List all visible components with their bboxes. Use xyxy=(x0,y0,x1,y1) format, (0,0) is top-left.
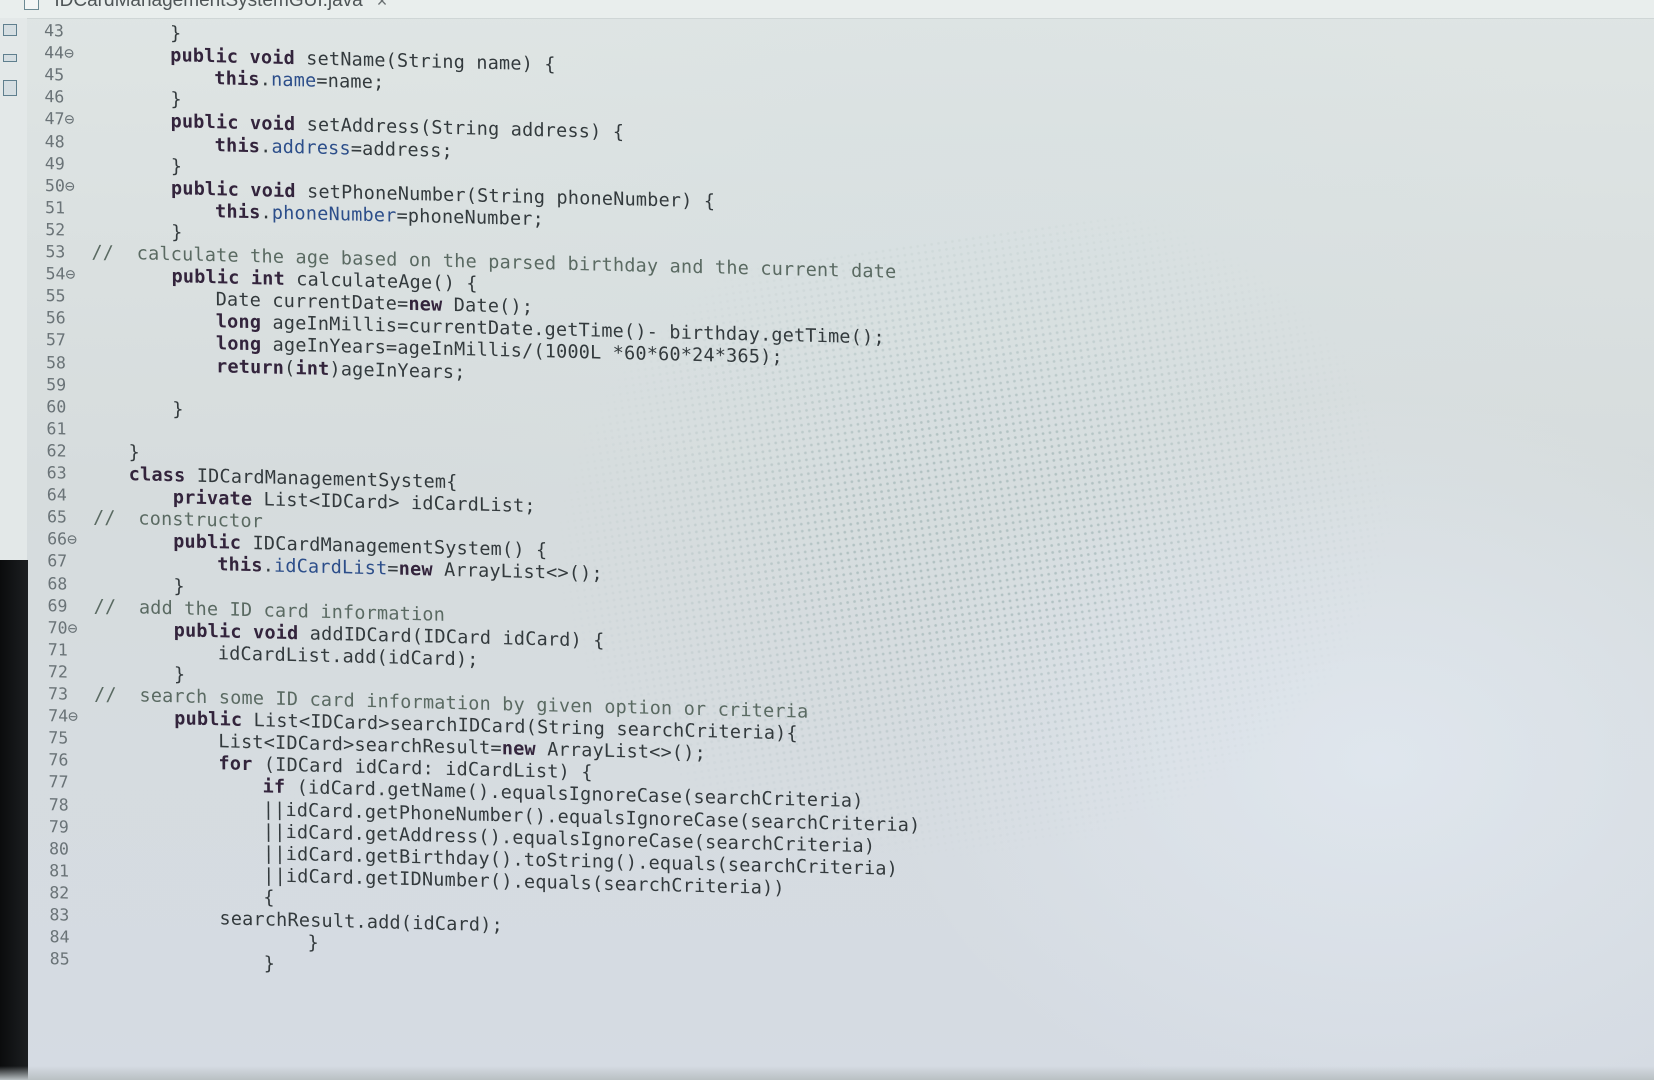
ide-screen: *IDCardManagementSystemGUI.java × 43} 44⊖… xyxy=(0,0,1654,1080)
line-number: 56 xyxy=(45,308,66,328)
code-text[interactable]: return(int)ageInYears; xyxy=(216,356,466,384)
code-text[interactable]: } xyxy=(264,954,275,976)
editor-tab-bar: *IDCardManagementSystemGUI.java × xyxy=(0,0,1654,19)
bookmark-icon[interactable] xyxy=(3,80,17,96)
code-text[interactable]: } xyxy=(129,442,140,464)
code-text[interactable]: } xyxy=(308,933,319,955)
line-number: 82 xyxy=(49,883,70,903)
line-number: 55 xyxy=(45,286,66,306)
line-number: 75 xyxy=(48,728,69,748)
line-number: 51 xyxy=(45,197,66,218)
code-text[interactable]: // constructor xyxy=(93,507,263,533)
close-icon[interactable]: × xyxy=(377,0,388,12)
tab-title: *IDCardManagementSystemGUI.java xyxy=(47,0,363,11)
line-number: 73 xyxy=(48,684,69,704)
code-text[interactable]: { xyxy=(263,887,274,909)
line-number: 58 xyxy=(46,352,67,373)
line-number: 70⊖ xyxy=(47,617,78,638)
line-number: 77 xyxy=(48,772,69,793)
line-number: 65 xyxy=(46,507,67,527)
line-number: 69 xyxy=(47,595,68,616)
line-number: 72 xyxy=(47,661,68,682)
line-number: 84 xyxy=(49,927,70,947)
line-number: 71 xyxy=(47,639,68,660)
code-text[interactable]: } xyxy=(170,23,181,45)
code-text[interactable]: } xyxy=(171,222,182,244)
line-number: 45 xyxy=(44,65,65,85)
line-number: 47⊖ xyxy=(44,109,75,130)
line-number: 68 xyxy=(47,573,68,594)
line-number: 67 xyxy=(47,551,68,571)
line-number: 81 xyxy=(49,860,70,881)
line-number: 53 xyxy=(45,242,66,262)
code-text[interactable]: } xyxy=(173,576,184,598)
line-number: 48 xyxy=(44,131,65,152)
code-text[interactable]: searchResult.add(idCard); xyxy=(219,908,503,937)
editor-tab[interactable]: *IDCardManagementSystemGUI.java × xyxy=(24,0,387,14)
line-number: 74⊖ xyxy=(48,706,79,726)
line-number: 52 xyxy=(45,219,66,240)
code-text[interactable]: this.name=name; xyxy=(214,68,384,94)
line-number: 83 xyxy=(49,905,70,925)
line-number: 57 xyxy=(45,330,66,350)
line-number: 76 xyxy=(48,750,69,770)
code-editor[interactable]: 43} 44⊖ public void setName(String name) {… xyxy=(44,20,1450,1080)
line-number: 54⊖ xyxy=(45,264,76,284)
code-text[interactable]: } xyxy=(170,89,181,111)
line-number: 63 xyxy=(46,463,67,483)
code-text[interactable]: this.address=address; xyxy=(215,135,453,163)
line-number: 85 xyxy=(49,949,70,969)
task-marker-icon[interactable] xyxy=(3,24,17,36)
line-number: 43 xyxy=(44,21,64,41)
line-number: 50⊖ xyxy=(44,175,75,196)
code-text[interactable]: } xyxy=(174,664,185,686)
line-number: 80 xyxy=(49,838,69,859)
line-number: 44⊖ xyxy=(44,43,75,63)
line-number: 64 xyxy=(46,485,67,505)
line-number: 62 xyxy=(46,440,67,461)
line-number: 66⊖ xyxy=(47,529,78,550)
java-file-icon xyxy=(24,0,39,10)
override-marker-icon[interactable] xyxy=(3,54,17,62)
line-number: 79 xyxy=(48,816,69,837)
monitor-bezel xyxy=(0,560,28,1080)
line-number: 59 xyxy=(46,374,67,395)
line-number: 78 xyxy=(48,794,69,815)
line-number: 61 xyxy=(46,418,67,439)
code-text[interactable]: } xyxy=(171,156,182,178)
code-text[interactable]: } xyxy=(172,399,183,421)
line-number: 60 xyxy=(46,396,67,417)
line-number: 49 xyxy=(44,153,65,174)
line-number: 46 xyxy=(44,87,65,107)
screen-bottom-edge xyxy=(0,1066,1654,1080)
